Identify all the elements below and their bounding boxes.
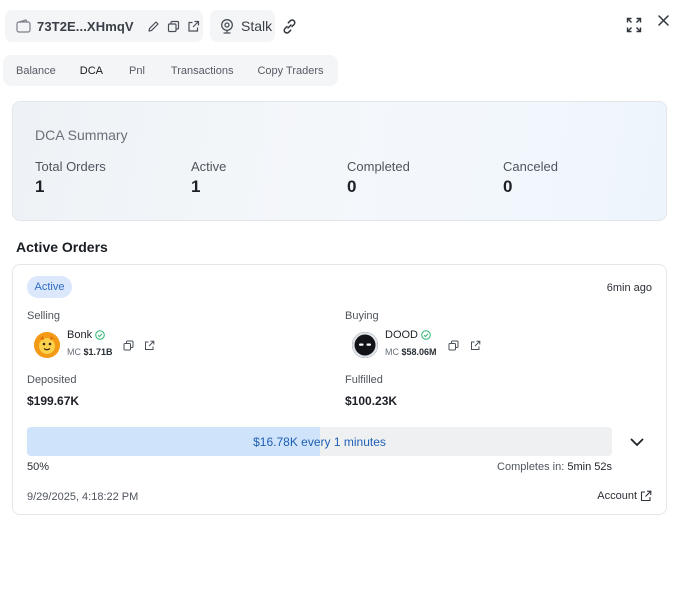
verified-icon [95,330,105,340]
stat-label: Completed [347,159,410,174]
tab-bar: Balance DCA Pnl Transactions Copy Trader… [3,55,338,86]
account-label: Account [597,490,637,502]
dca-summary-card: DCA Summary Total Orders 1 Active 1 Comp… [12,101,667,221]
tab-dca[interactable]: DCA [67,55,114,86]
deposited-value: $199.67K [27,394,80,408]
active-orders-title: Active Orders [16,239,108,255]
dood-logo-icon [352,332,378,358]
progress-text: $16.78K every 1 minutes [253,434,386,449]
tab-transactions[interactable]: Transactions [156,55,245,86]
fulfilled-value: $100.23K [345,394,398,408]
wallet-icon [16,19,31,33]
stat-label: Canceled [503,159,558,174]
selling-label: Selling [27,310,61,322]
selling-mc: MC $1.71B [67,347,113,357]
order-date: 9/29/2025, 4:18:22 PM [27,491,139,503]
buying-token: DOOD [385,329,431,341]
stat-value: 1 [191,177,201,196]
account-link[interactable]: Account [597,490,652,502]
stat-label: Active [191,159,227,174]
link-icon[interactable] [278,15,300,37]
tab-copy-traders[interactable]: Copy Traders [244,55,334,86]
mc-label: MC [67,347,81,357]
buying-mc: MC $58.06M [385,347,437,357]
buying-label: Buying [345,310,379,322]
copy-icon[interactable] [163,15,183,37]
stat-value: 0 [503,177,513,196]
copy-icon[interactable] [121,338,135,352]
mc-label: MC [385,347,399,357]
completes-in: Completes in: 5min 52s [497,461,612,473]
webcam-icon [219,18,235,34]
stat-completed: Completed 0 [347,159,410,197]
copy-icon[interactable] [446,338,460,352]
external-link-icon[interactable] [468,338,482,352]
progress-percent: 50% [27,461,50,473]
external-link-icon [640,490,652,502]
completes-label: Completes in: [497,461,565,473]
order-card: Active 6min ago Selling Bonk MC $1.71B B… [12,264,667,515]
stalk-button[interactable]: Stalk [210,10,275,42]
buying-token-name: DOOD [385,329,418,341]
wallet-address: 73T2E...XHmqV [37,18,134,34]
bonk-logo-icon [34,332,60,358]
external-link-icon[interactable] [183,15,203,37]
time-ago: 6min ago [606,282,652,294]
tab-pnl[interactable]: Pnl [114,55,156,86]
dca-summary-title: DCA Summary [35,127,128,143]
wallet-pill: 73T2E...XHmqV [5,10,203,42]
selling-token: Bonk [67,329,105,341]
tab-balance[interactable]: Balance [5,55,67,86]
deposited-label: Deposited [27,374,77,386]
chevron-down-icon[interactable] [627,432,647,452]
fulfilled-label: Fulfilled [345,374,383,386]
progress-bar: $16.78K every 1 minutes [27,427,612,456]
mc-value: $58.06M [401,347,437,357]
completes-value: 5min 52s [567,461,612,473]
stat-value: 1 [35,177,45,196]
stat-canceled: Canceled 0 [503,159,558,197]
selling-token-name: Bonk [67,329,93,341]
stat-active: Active 1 [191,159,226,197]
stat-label: Total Orders [35,159,106,174]
verified-icon [421,330,431,340]
expand-icon[interactable] [623,14,645,36]
close-icon[interactable] [653,10,673,30]
edit-icon[interactable] [144,15,164,37]
external-link-icon[interactable] [142,338,156,352]
stat-total-orders: Total Orders 1 [35,159,106,197]
status-badge: Active [27,276,72,298]
mc-value: $1.71B [83,347,113,357]
stalk-label: Stalk [241,18,273,34]
stat-value: 0 [347,177,357,196]
